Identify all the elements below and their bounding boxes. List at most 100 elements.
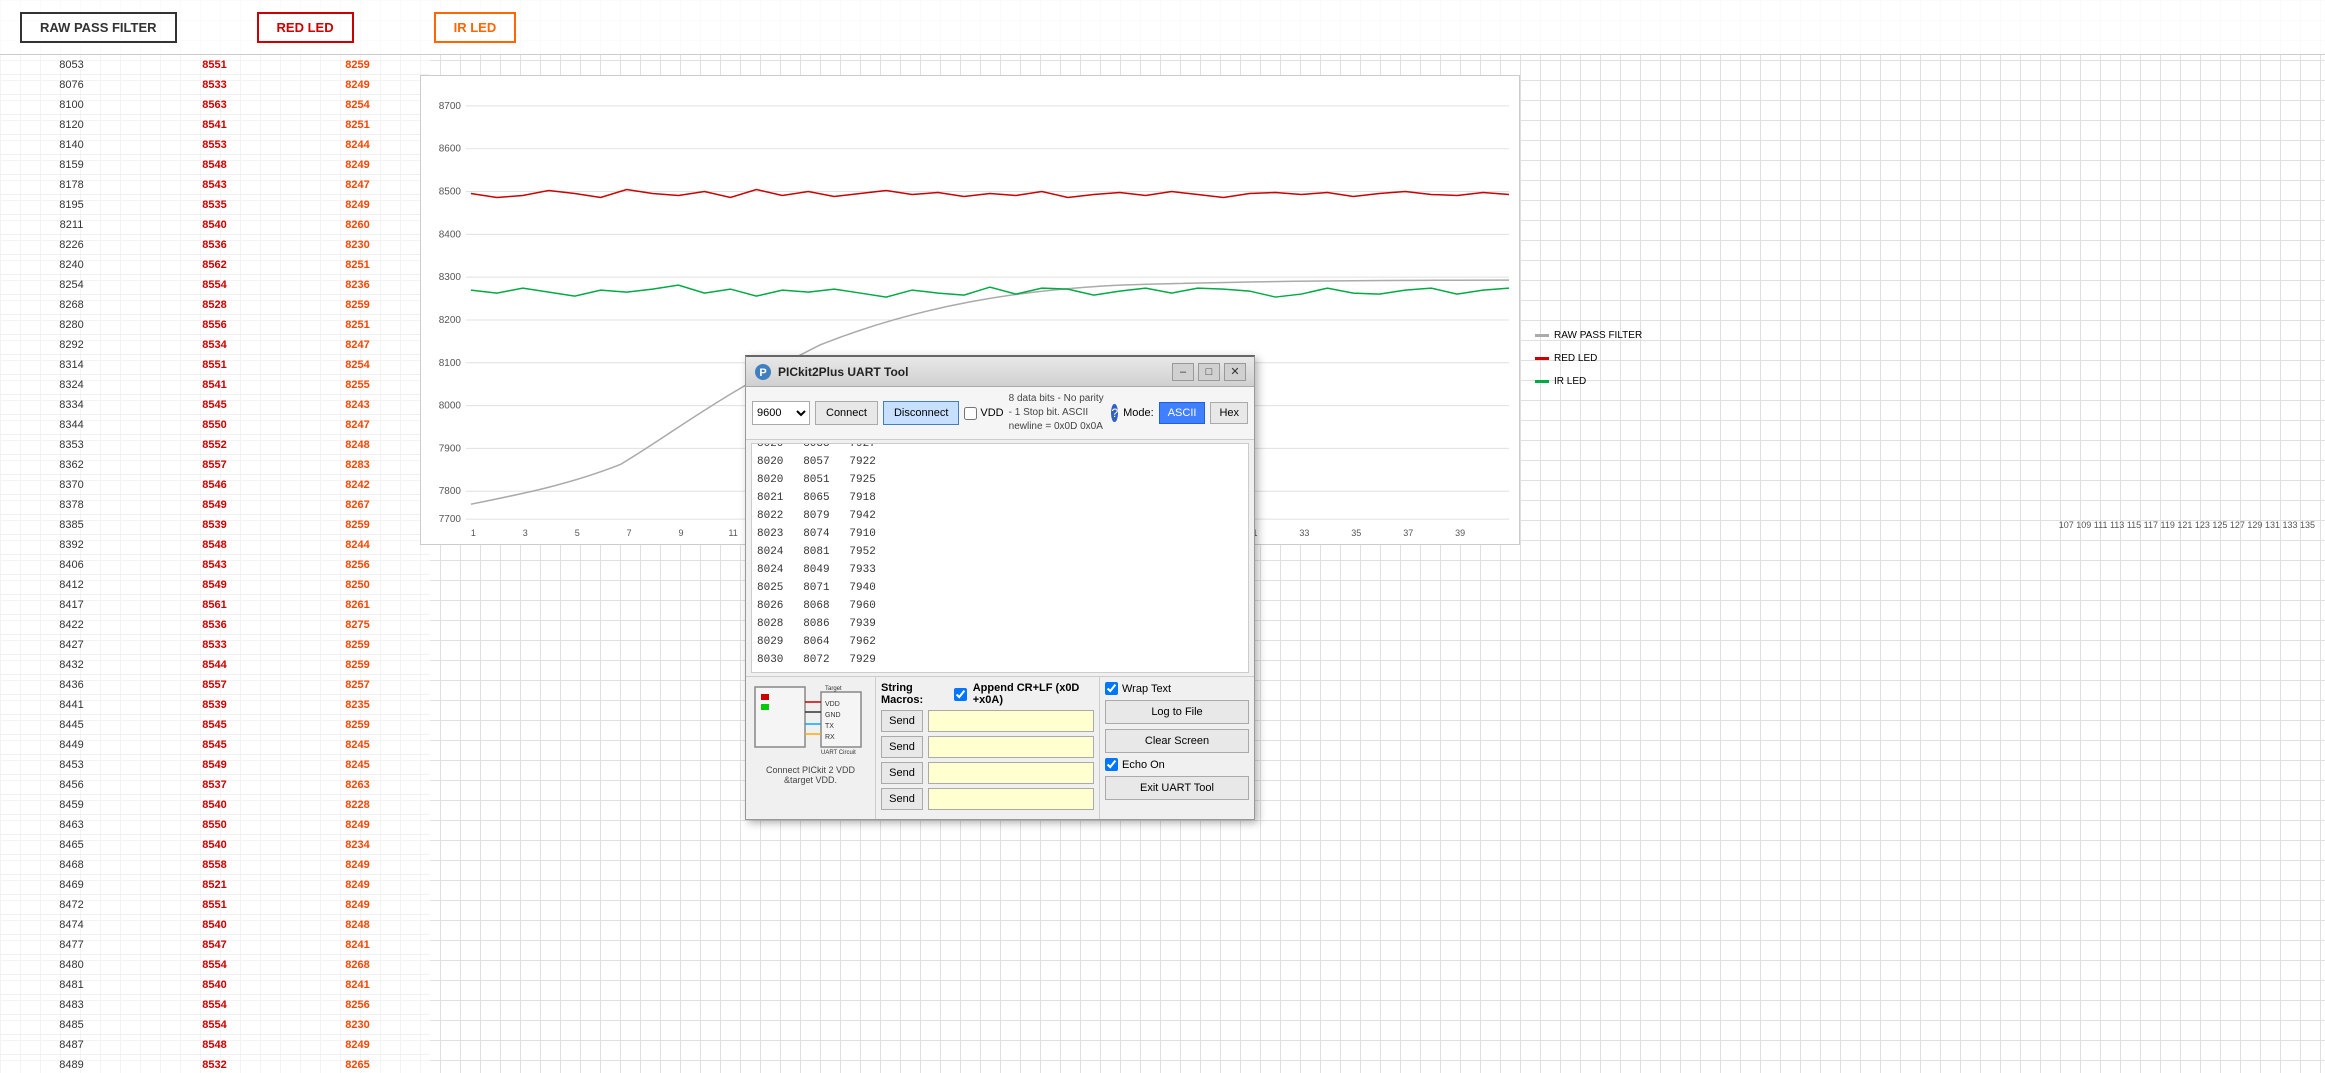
macro-input-3[interactable]	[928, 762, 1094, 784]
list-item: 8254	[286, 95, 429, 115]
list-item: 8549	[143, 575, 286, 595]
macro-send-btn-2[interactable]: Send	[881, 736, 923, 758]
list-item: 8025 8071 7940	[757, 579, 1243, 597]
list-item: 8528	[143, 295, 286, 315]
legend-red: RED LED	[1535, 353, 2315, 364]
list-item: 8445	[0, 715, 143, 735]
macro-input-1[interactable]	[928, 710, 1094, 732]
list-item: 8029 8064 7962	[757, 633, 1243, 651]
list-item: 8554	[143, 995, 286, 1015]
chart-legend: RAW PASS FILTER RED LED IR LED	[1535, 330, 2315, 399]
svg-text:9: 9	[679, 528, 684, 538]
vdd-checkbox[interactable]	[964, 407, 977, 420]
svg-text:8500: 8500	[439, 187, 462, 198]
disconnect-button[interactable]: Disconnect	[883, 401, 959, 425]
uart-bottom-panel: VDD GND TX RX Target UART Circuit Connec…	[746, 676, 1254, 819]
macro-send-btn-3[interactable]: Send	[881, 762, 923, 784]
help-icon[interactable]: ?	[1111, 404, 1118, 422]
list-item: 8533	[143, 75, 286, 95]
list-item: 8251	[286, 315, 429, 335]
legend-raw: RAW PASS FILTER	[1535, 330, 2315, 341]
list-item: 8548	[143, 535, 286, 555]
list-item: 8548	[143, 1035, 286, 1055]
svg-text:5: 5	[575, 528, 580, 538]
raw-data-column: 8053807681008120814081598178819582118226…	[0, 55, 143, 1073]
list-item: 8020 8038 7927	[757, 443, 1243, 453]
red-legend-label: RED LED	[1554, 353, 1597, 364]
echo-on-group: Echo On	[1105, 758, 1249, 771]
list-item: 8249	[286, 195, 429, 215]
list-item: 8362	[0, 455, 143, 475]
list-item: 8427	[0, 635, 143, 655]
list-item: 8485	[0, 1015, 143, 1035]
list-item: 8521	[143, 875, 286, 895]
svg-text:VDD: VDD	[825, 701, 840, 708]
svg-text:8400: 8400	[439, 229, 462, 240]
exit-uart-tool-button[interactable]: Exit UART Tool	[1105, 776, 1249, 800]
list-item: 8028 8086 7939	[757, 615, 1243, 633]
list-item: 8417	[0, 595, 143, 615]
red-data-column: 8551853385638541855385488543853585408536…	[143, 55, 286, 1073]
list-item: 8242	[286, 475, 429, 495]
list-item: 8228	[286, 795, 429, 815]
connect-button[interactable]: Connect	[815, 401, 878, 425]
list-item: 8256	[286, 555, 429, 575]
close-button[interactable]: ✕	[1224, 363, 1246, 381]
list-item: 8226	[0, 235, 143, 255]
list-item: 8230	[286, 1015, 429, 1035]
svg-text:UART Circuit: UART Circuit	[821, 750, 856, 756]
macro-input-4[interactable]	[928, 788, 1094, 810]
list-item: 8021 8065 7918	[757, 489, 1243, 507]
list-item: 8481	[0, 975, 143, 995]
list-item: 8532	[143, 1055, 286, 1073]
list-item: 8541	[143, 375, 286, 395]
svg-text:7700: 7700	[439, 514, 462, 525]
macro-input-2[interactable]	[928, 736, 1094, 758]
list-item: 8533	[143, 635, 286, 655]
list-item: 8267	[286, 495, 429, 515]
list-item: 8247	[286, 175, 429, 195]
list-item: 8543	[143, 175, 286, 195]
list-item: 8244	[286, 135, 429, 155]
list-item: 8230	[286, 235, 429, 255]
list-item: 8534	[143, 335, 286, 355]
svg-text:39: 39	[1455, 528, 1465, 538]
list-item: 8241	[286, 935, 429, 955]
ascii-mode-button[interactable]: ASCII	[1159, 402, 1206, 424]
list-item: 8551	[143, 55, 286, 75]
list-item: 8535	[143, 195, 286, 215]
hex-mode-button[interactable]: Hex	[1210, 402, 1248, 424]
uart-titlebar: P PICkit2Plus UART Tool – □ ✕	[746, 357, 1254, 387]
vdd-label: VDD	[980, 407, 1003, 419]
list-item: 8251	[286, 255, 429, 275]
append-cr-lf-checkbox[interactable]	[954, 688, 967, 701]
svg-text:8200: 8200	[439, 315, 462, 326]
maximize-button[interactable]: □	[1198, 363, 1220, 381]
vdd-checkbox-group: VDD	[964, 407, 1003, 420]
baud-rate-select[interactable]: 9600 19200 38400 57600 115200	[752, 401, 810, 425]
list-item: 8254	[0, 275, 143, 295]
list-item: 8441	[0, 695, 143, 715]
list-item: 8334	[0, 395, 143, 415]
macro-send-btn-1[interactable]: Send	[881, 710, 923, 732]
echo-on-checkbox[interactable]	[1105, 758, 1118, 771]
wrap-text-checkbox[interactable]	[1105, 682, 1118, 695]
uart-right-panel: Wrap Text Log to File Clear Screen Echo …	[1099, 677, 1254, 819]
list-item: 8456	[0, 775, 143, 795]
macro-send-btn-4[interactable]: Send	[881, 788, 923, 810]
log-to-file-button[interactable]: Log to File	[1105, 700, 1249, 724]
svg-text:8000: 8000	[439, 401, 462, 412]
list-item: 8240	[0, 255, 143, 275]
list-item: 8540	[143, 915, 286, 935]
clear-screen-button[interactable]: Clear Screen	[1105, 729, 1249, 753]
list-item: 8211	[0, 215, 143, 235]
list-item: 8536	[143, 235, 286, 255]
minimize-button[interactable]: –	[1172, 363, 1194, 381]
list-item: 8249	[286, 895, 429, 915]
list-item: 8558	[143, 855, 286, 875]
list-item: 8280	[0, 315, 143, 335]
list-item: 8245	[286, 735, 429, 755]
svg-text:1: 1	[471, 528, 476, 538]
uart-terminal[interactable]: 8021 8078 79188020 8034 79128020 8051 79…	[751, 443, 1249, 673]
list-item: 8053	[0, 55, 143, 75]
